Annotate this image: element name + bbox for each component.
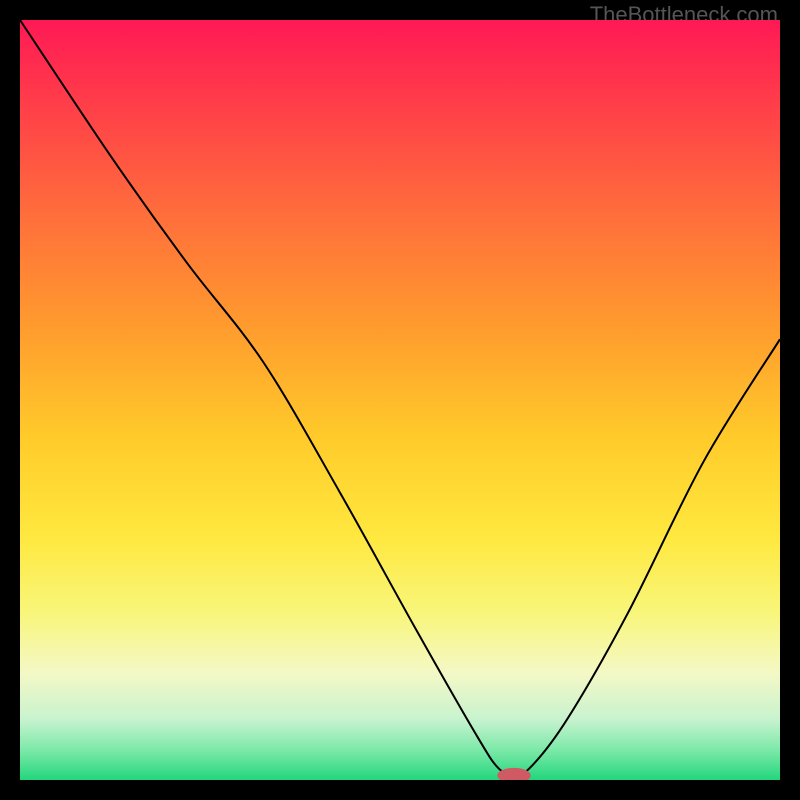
gradient-background [20, 20, 780, 780]
bottleneck-curve-chart [20, 20, 780, 780]
plot-area [20, 20, 780, 780]
chart-frame: TheBottleneck.com [0, 0, 800, 800]
